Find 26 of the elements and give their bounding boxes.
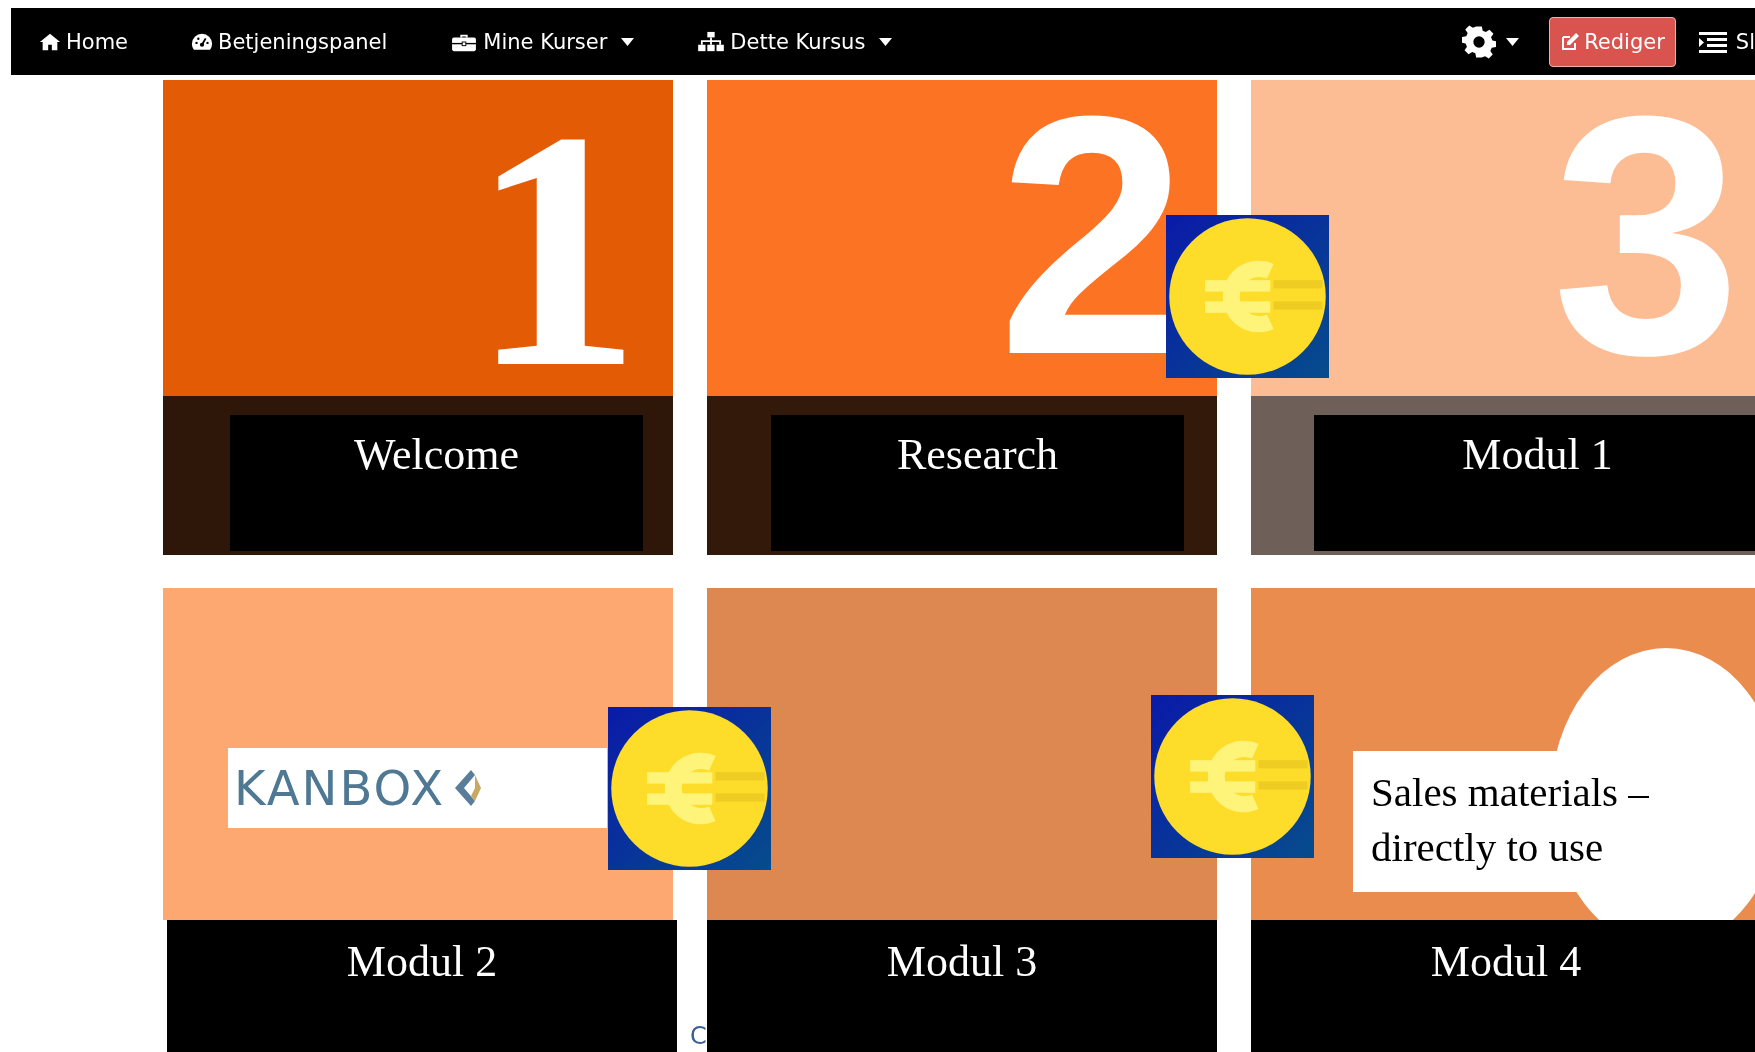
tile-image[interactable]: 1 (163, 80, 673, 396)
tile-caption[interactable]: Welcome (230, 415, 643, 551)
euro-coin-icon (607, 707, 772, 870)
tile-caption[interactable]: Modul 2 (167, 920, 677, 1052)
link-text[interactable]: C (690, 1022, 707, 1050)
tile-caption[interactable]: Modul 4 (1251, 920, 1755, 1052)
tile-number: 2 (997, 80, 1187, 396)
sitemap-icon (696, 30, 727, 53)
edit-icon (1560, 31, 1581, 52)
nav-link[interactable]: Dette Kursus (696, 29, 893, 54)
tile-number: 1 (471, 80, 641, 396)
nav-link[interactable]: Sl (1697, 29, 1755, 54)
tile-caption[interactable]: Modul 3 (707, 920, 1217, 1052)
nav-link[interactable]: Mine Kurser (449, 29, 635, 54)
list-icon (1697, 30, 1728, 53)
tile-caption[interactable]: Modul 1 (1314, 415, 1755, 551)
settings-menu[interactable] (1462, 24, 1520, 59)
edit-button[interactable]: Rediger (1549, 16, 1676, 67)
kanbox-logo: KANBOX (228, 748, 607, 828)
tile-image[interactable]: Sales materials – directly to use (1251, 588, 1755, 920)
tile-caption[interactable]: Research (771, 415, 1184, 551)
nav-link[interactable]: Betjeningspanel (190, 29, 388, 54)
euro-coin-icon (1150, 695, 1315, 858)
settings-icon (1462, 24, 1497, 59)
tile-number: 3 (1551, 80, 1741, 396)
nav-link[interactable]: Home (38, 29, 128, 54)
